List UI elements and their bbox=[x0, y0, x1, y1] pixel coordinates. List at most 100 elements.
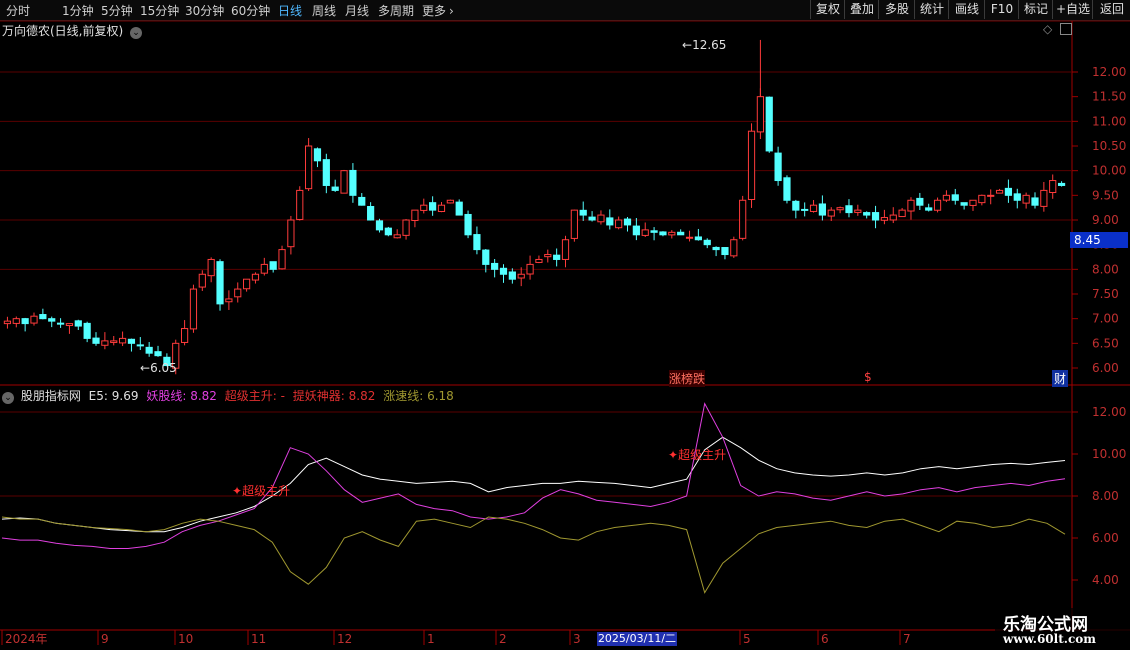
chevron-down-icon[interactable]: ⌄ bbox=[130, 27, 143, 39]
super-rise-label: 超级主升: bbox=[224, 389, 277, 403]
candle-body bbox=[243, 278, 251, 290]
candle-body bbox=[127, 338, 136, 344]
candle-body bbox=[234, 288, 242, 298]
current-price-badge: 8.45 bbox=[1070, 232, 1128, 248]
candle-body bbox=[154, 351, 162, 357]
candle-body bbox=[340, 170, 348, 194]
super-rise-value: - bbox=[280, 389, 285, 403]
stock-title[interactable]: 万向德农(日线,前复权) ⌄ bbox=[2, 22, 143, 39]
candle-body bbox=[145, 346, 153, 354]
price-y-tick: 7.50 bbox=[1092, 287, 1119, 301]
price-y-tick: 11.50 bbox=[1092, 90, 1126, 104]
candle-body bbox=[783, 177, 791, 201]
grid-layer bbox=[0, 71, 1072, 497]
indicator-name[interactable]: 股朋指标网 bbox=[21, 389, 81, 403]
candle-body bbox=[792, 200, 800, 211]
candle-body bbox=[30, 315, 38, 324]
candle-body bbox=[118, 337, 127, 344]
candle-body bbox=[56, 322, 65, 325]
candle-body bbox=[437, 204, 446, 213]
candle-body bbox=[960, 202, 968, 206]
candle-body bbox=[278, 249, 286, 270]
candle-body bbox=[101, 340, 109, 346]
yao-value: 8.82 bbox=[190, 389, 217, 403]
candle-body bbox=[570, 209, 578, 239]
chevron-down-icon[interactable]: ⌄ bbox=[2, 392, 14, 404]
indicator-y-tick: 10.00 bbox=[1092, 447, 1126, 461]
candle-body bbox=[349, 169, 357, 196]
stock-title-text: 万向德农(日线,前复权) bbox=[2, 24, 124, 38]
x-axis-labels: 2024年 9 10 11 12 1 2 3 5 6 7 bbox=[1, 630, 911, 646]
candle-body bbox=[482, 249, 490, 265]
candle-body bbox=[880, 217, 889, 221]
panel-toggle-icon[interactable] bbox=[1060, 23, 1072, 35]
candle-body bbox=[969, 199, 977, 206]
price-y-tick: 10.00 bbox=[1092, 164, 1126, 178]
candle-body bbox=[739, 199, 747, 239]
candle-body bbox=[747, 130, 756, 201]
candle-body bbox=[889, 214, 897, 221]
candle-body bbox=[694, 236, 702, 241]
candle-body bbox=[269, 261, 277, 270]
price-y-tick: 9.00 bbox=[1092, 213, 1119, 227]
candle-body bbox=[756, 96, 764, 133]
candle-body bbox=[65, 323, 74, 327]
candle-body bbox=[606, 217, 614, 226]
candle-body bbox=[358, 196, 366, 206]
indicator-y-tick: 12.00 bbox=[1092, 405, 1126, 419]
candle-body bbox=[703, 239, 711, 246]
super-rise-annotation-text: 超级主升 bbox=[242, 484, 291, 498]
candle-body bbox=[313, 148, 322, 162]
candle-body bbox=[898, 209, 906, 218]
x-tick-label: 6 bbox=[821, 632, 829, 646]
high-price-label: ←12.65 bbox=[682, 38, 727, 52]
candle-body bbox=[544, 254, 552, 258]
candle-body bbox=[322, 159, 330, 186]
indicator-y-tick: 4.00 bbox=[1092, 573, 1119, 587]
candle-body bbox=[951, 194, 959, 201]
candle-body bbox=[429, 202, 437, 211]
candle-body bbox=[110, 340, 118, 343]
candle-body bbox=[765, 96, 773, 152]
candle-body bbox=[535, 258, 543, 263]
candle-body bbox=[774, 152, 782, 182]
candle-body bbox=[836, 207, 844, 211]
event-marker-limit[interactable]: 涨榜跌 bbox=[669, 370, 706, 387]
candle-body bbox=[588, 216, 596, 221]
candle-body bbox=[854, 209, 862, 213]
y-axis-labels: 6.006.507.007.508.008.509.009.5010.0010.… bbox=[1072, 65, 1126, 587]
candle-body bbox=[305, 145, 313, 190]
candle-body bbox=[1040, 189, 1048, 207]
candle-body bbox=[411, 209, 419, 222]
speed-label: 涨速线: bbox=[383, 389, 424, 403]
tiyao-label: 提妖神器: bbox=[292, 389, 345, 403]
candle-body bbox=[517, 273, 525, 279]
candle-body bbox=[623, 218, 632, 226]
candle-body bbox=[818, 203, 826, 216]
candle-body bbox=[260, 263, 268, 274]
super-rise-annotation-text: 超级主升 bbox=[678, 448, 727, 462]
super-rise-annotation-2: ✦超级主升 bbox=[668, 446, 726, 463]
x-tick-label: 12 bbox=[337, 632, 352, 646]
event-marker-dividend[interactable]: $ bbox=[864, 370, 872, 384]
chart-canvas[interactable]: 6.006.507.007.508.008.509.009.5010.0010.… bbox=[0, 0, 1130, 650]
price-y-tick: 11.00 bbox=[1092, 114, 1126, 128]
candle-body bbox=[650, 230, 658, 233]
low-price-value: 6.05 bbox=[150, 361, 177, 375]
candle-body bbox=[579, 209, 587, 216]
candle-body bbox=[83, 322, 91, 339]
event-marker-finance[interactable]: 财 bbox=[1052, 370, 1069, 387]
diamond-icon[interactable]: ◇ bbox=[1043, 22, 1052, 36]
x-tick-label: 11 bbox=[251, 632, 266, 646]
watermark: 乐淘公式网 www.60lt.com bbox=[995, 608, 1130, 650]
price-y-tick: 8.00 bbox=[1092, 262, 1119, 276]
candle-body bbox=[1031, 197, 1039, 206]
candle-body bbox=[189, 288, 198, 330]
candle-body bbox=[1022, 194, 1030, 204]
candle-body bbox=[632, 225, 640, 236]
candle-body bbox=[827, 209, 835, 217]
candle-body bbox=[420, 204, 428, 211]
candle-body bbox=[1004, 187, 1013, 196]
candle-body bbox=[668, 231, 676, 236]
candle-body bbox=[942, 194, 951, 201]
